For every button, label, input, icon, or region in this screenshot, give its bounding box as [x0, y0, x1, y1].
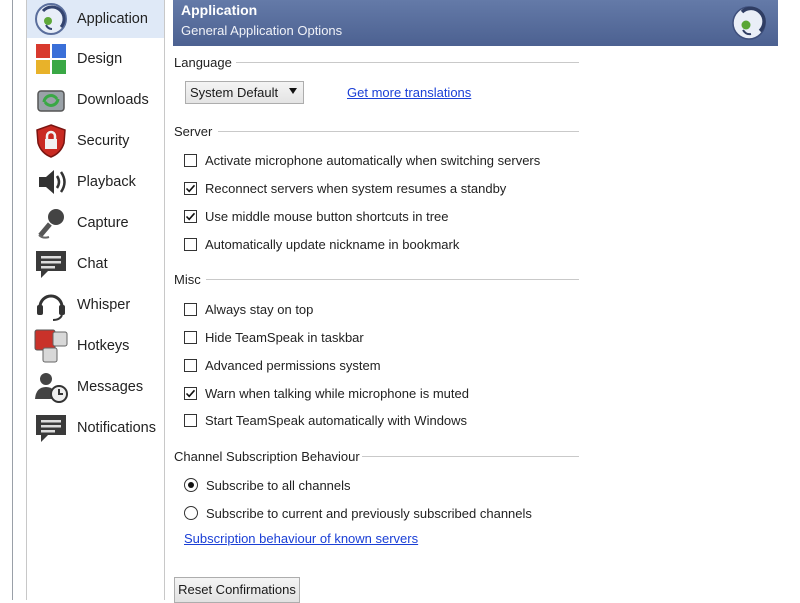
checkbox-option[interactable]: Warn when talking while microphone is mu… — [184, 384, 469, 402]
server-group-label: Server — [174, 124, 213, 139]
subscription-group-label: Channel Subscription Behaviour — [174, 449, 360, 464]
sidebar-item-design[interactable]: Design — [27, 40, 164, 78]
sidebar-item-label: Design — [77, 51, 123, 67]
sidebar-item-label: Hotkeys — [77, 338, 130, 354]
sidebar-item-label: Playback — [77, 174, 136, 190]
get-more-translations-link[interactable]: Get more translations — [347, 85, 471, 100]
microphone-icon — [32, 204, 70, 242]
checkbox-label: Activate microphone automatically when s… — [205, 152, 541, 168]
checkbox[interactable] — [184, 413, 197, 427]
messages-icon — [32, 368, 70, 406]
radio-label: Subscribe to current and previously subs… — [206, 505, 532, 521]
misc-group-label: Misc — [174, 272, 201, 287]
page-header: Application General Application Options — [173, 0, 778, 46]
checkbox-label: Use middle mouse button shortcuts in tre… — [205, 208, 449, 224]
checkbox[interactable] — [184, 386, 197, 400]
subscription-behaviour-link[interactable]: Subscription behaviour of known servers — [184, 531, 418, 546]
radio-dot — [188, 482, 194, 488]
group-divider — [362, 456, 579, 457]
radio-button[interactable] — [184, 478, 198, 492]
checkbox-label: Automatically update nickname in bookmar… — [205, 236, 460, 252]
chevron-down-icon — [289, 88, 297, 94]
page-subtitle: General Application Options — [181, 23, 343, 38]
checkbox-option[interactable]: Use middle mouse button shortcuts in tre… — [184, 207, 449, 225]
notifications-icon — [32, 409, 70, 447]
sidebar-item-label: Downloads — [77, 92, 149, 108]
headset-icon — [32, 286, 70, 324]
checkbox[interactable] — [184, 358, 197, 372]
checkbox[interactable] — [184, 153, 197, 167]
sidebar-item-messages[interactable]: Messages — [27, 368, 164, 406]
checkbox-label: Advanced permissions system — [205, 357, 381, 373]
group-divider — [236, 62, 579, 63]
checkbox-option[interactable]: Automatically update nickname in bookmar… — [184, 235, 459, 253]
sidebar-item-label: Messages — [77, 379, 144, 395]
checkbox-label: Always stay on top — [205, 301, 314, 317]
checkbox-option[interactable]: Start TeamSpeak automatically with Windo… — [184, 411, 467, 429]
checkbox-option[interactable]: Advanced permissions system — [184, 356, 381, 374]
sidebar-item-downloads[interactable]: Downloads — [27, 81, 164, 119]
sidebar-item-playback[interactable]: Playback — [27, 163, 164, 201]
window-border — [12, 0, 13, 600]
checkmark-icon — [185, 389, 196, 397]
checkbox[interactable] — [184, 209, 197, 223]
checkbox-option[interactable]: Always stay on top — [184, 300, 313, 318]
hotkeys-icon — [32, 327, 70, 365]
checkbox[interactable] — [184, 237, 197, 251]
language-select-value: System Default — [190, 85, 279, 100]
radio-button[interactable] — [184, 506, 198, 520]
design-icon — [32, 40, 70, 78]
radio-option[interactable]: Subscribe to all channels — [184, 476, 351, 494]
checkbox-label: Start TeamSpeak automatically with Windo… — [205, 412, 468, 428]
sidebar-item-label: Chat — [77, 256, 108, 272]
checkbox-option[interactable]: Hide TeamSpeak in taskbar — [184, 328, 364, 346]
speaker-icon — [32, 163, 70, 201]
checkmark-icon — [185, 184, 196, 192]
security-shield-icon — [32, 122, 70, 160]
checkbox[interactable] — [184, 181, 197, 195]
checkbox-label: Hide TeamSpeak in taskbar — [205, 329, 364, 345]
sidebar: Application Design Downloads Security Pl… — [26, 0, 165, 600]
sidebar-item-chat[interactable]: Chat — [27, 245, 164, 283]
reset-confirmations-button[interactable]: Reset Confirmations — [174, 577, 300, 603]
group-divider — [206, 279, 579, 280]
radio-option[interactable]: Subscribe to current and previously subs… — [184, 504, 532, 522]
language-select[interactable]: System Default — [185, 81, 304, 104]
checkbox[interactable] — [184, 330, 197, 344]
sidebar-item-label: Capture — [77, 215, 129, 231]
checkbox-label: Reconnect servers when system resumes a … — [205, 180, 507, 196]
checkbox-option[interactable]: Reconnect servers when system resumes a … — [184, 179, 506, 197]
checkbox-option[interactable]: Activate microphone automatically when s… — [184, 151, 540, 169]
sidebar-item-application[interactable]: Application — [27, 0, 164, 38]
application-icon — [32, 0, 70, 38]
downloads-icon — [32, 81, 70, 119]
sidebar-item-label: Whisper — [77, 297, 131, 313]
checkbox-label: Warn when talking while microphone is mu… — [205, 385, 469, 401]
sidebar-item-label: Security — [77, 133, 130, 149]
chat-icon — [32, 245, 70, 283]
language-group-label: Language — [174, 55, 232, 70]
teamspeak-logo-icon — [730, 4, 768, 42]
radio-label: Subscribe to all channels — [206, 477, 351, 493]
checkbox[interactable] — [184, 302, 197, 316]
checkmark-icon — [185, 212, 196, 220]
page-title: Application — [181, 2, 258, 18]
group-divider — [218, 131, 579, 132]
sidebar-item-label: Application — [77, 11, 148, 27]
sidebar-item-whisper[interactable]: Whisper — [27, 286, 164, 324]
sidebar-item-security[interactable]: Security — [27, 122, 164, 160]
sidebar-item-label: Notifications — [77, 420, 156, 436]
sidebar-item-notifications[interactable]: Notifications — [27, 409, 164, 447]
sidebar-item-capture[interactable]: Capture — [27, 204, 164, 242]
sidebar-item-hotkeys[interactable]: Hotkeys — [27, 327, 164, 365]
